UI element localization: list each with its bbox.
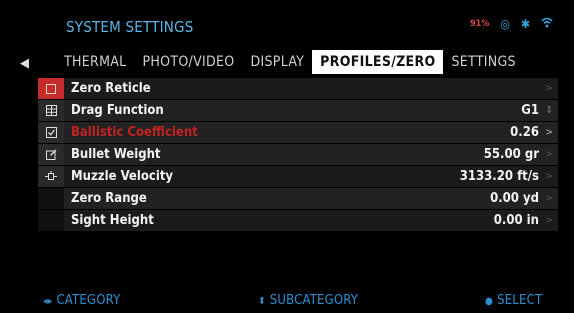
tab-settings[interactable]: SETTINGS xyxy=(443,50,523,74)
chevron-right-icon: > xyxy=(545,171,553,182)
hint-category: ◂▸ CATEGORY xyxy=(43,293,120,308)
hint-select: ● SELECT xyxy=(485,293,542,308)
tab-photo-video[interactable]: PHOTO/VIDEO xyxy=(134,50,242,74)
settings-list: Zero Reticle > Drag Function G1 ⇕ Ballis… xyxy=(38,78,558,232)
bluetooth-icon: ✱ xyxy=(520,16,530,31)
table-icon xyxy=(38,100,64,121)
list-item-sight-height[interactable]: Sight Height 0.00 in > xyxy=(38,210,558,231)
list-item-muzzle-velocity[interactable]: Muzzle Velocity 3133.20 ft/s > xyxy=(38,166,558,187)
tab-bar: THERMAL PHOTO/VIDEO DISPLAY PROFILES/ZER… xyxy=(56,50,524,74)
hint-subcategory-label: SUBCATEGORY xyxy=(269,293,359,308)
velocity-icon xyxy=(38,166,64,187)
edit-check-icon xyxy=(38,122,64,143)
list-item-zero-reticle[interactable]: Zero Reticle > xyxy=(38,78,558,99)
edit-icon xyxy=(38,144,64,165)
chevron-right-icon: > xyxy=(545,215,553,226)
row-value: 55.00 gr xyxy=(483,147,539,162)
icon-spacer xyxy=(38,210,64,231)
row-label: Drag Function xyxy=(71,103,164,118)
footer-hints: ◂▸ CATEGORY ⬍ SUBCATEGORY ● SELECT xyxy=(0,293,574,311)
page-title: SYSTEM SETTINGS xyxy=(66,18,194,36)
row-value: G1 xyxy=(521,103,539,118)
wifi-icon xyxy=(541,17,553,30)
row-label: Ballistic Coefficient xyxy=(71,125,198,140)
row-value: 0.00 in xyxy=(493,213,539,228)
checked-box-icon xyxy=(38,78,64,99)
battery-indicator: 91% xyxy=(470,18,490,29)
chevron-right-icon: > xyxy=(545,83,553,94)
row-label: Muzzle Velocity xyxy=(71,169,174,184)
row-label: Zero Range xyxy=(71,191,147,206)
row-label: Zero Reticle xyxy=(71,81,151,96)
status-bar: 91% ◎ ✱ xyxy=(470,17,553,30)
back-arrow-icon[interactable]: ◀ xyxy=(20,56,29,71)
row-label: Sight Height xyxy=(71,213,154,228)
chevron-right-icon: > xyxy=(545,127,553,138)
list-item-ballistic-coefficient[interactable]: Ballistic Coefficient 0.26 > xyxy=(38,122,558,143)
row-label: Bullet Weight xyxy=(71,147,161,162)
list-item-drag-function[interactable]: Drag Function G1 ⇕ xyxy=(38,100,558,121)
row-value: 0.00 yd xyxy=(490,191,539,206)
hint-subcategory: ⬍ SUBCATEGORY xyxy=(258,293,358,308)
row-value: 0.26 xyxy=(510,125,539,140)
tab-profiles-zero[interactable]: PROFILES/ZERO xyxy=(312,50,444,74)
chevron-right-icon: > xyxy=(545,149,553,160)
dot-icon: ● xyxy=(485,296,494,307)
target-icon: ◎ xyxy=(500,16,510,31)
list-item-bullet-weight[interactable]: Bullet Weight 55.00 gr > xyxy=(38,144,558,165)
settings-screen: SYSTEM SETTINGS 91% ◎ ✱ ◀ THERMAL PHOTO/… xyxy=(0,0,574,313)
row-value: 3133.20 ft/s xyxy=(459,169,539,184)
up-down-icon: ⇕ xyxy=(545,105,553,116)
tab-display[interactable]: DISPLAY xyxy=(243,50,313,74)
chevron-right-icon: > xyxy=(545,193,553,204)
icon-spacer xyxy=(38,188,64,209)
list-item-zero-range[interactable]: Zero Range 0.00 yd > xyxy=(38,188,558,209)
hint-category-label: CATEGORY xyxy=(56,293,121,308)
up-down-arrows-icon: ⬍ xyxy=(258,296,266,307)
tab-thermal[interactable]: THERMAL xyxy=(56,50,134,74)
left-right-arrows-icon: ◂▸ xyxy=(43,296,53,307)
hint-select-label: SELECT xyxy=(497,293,543,308)
